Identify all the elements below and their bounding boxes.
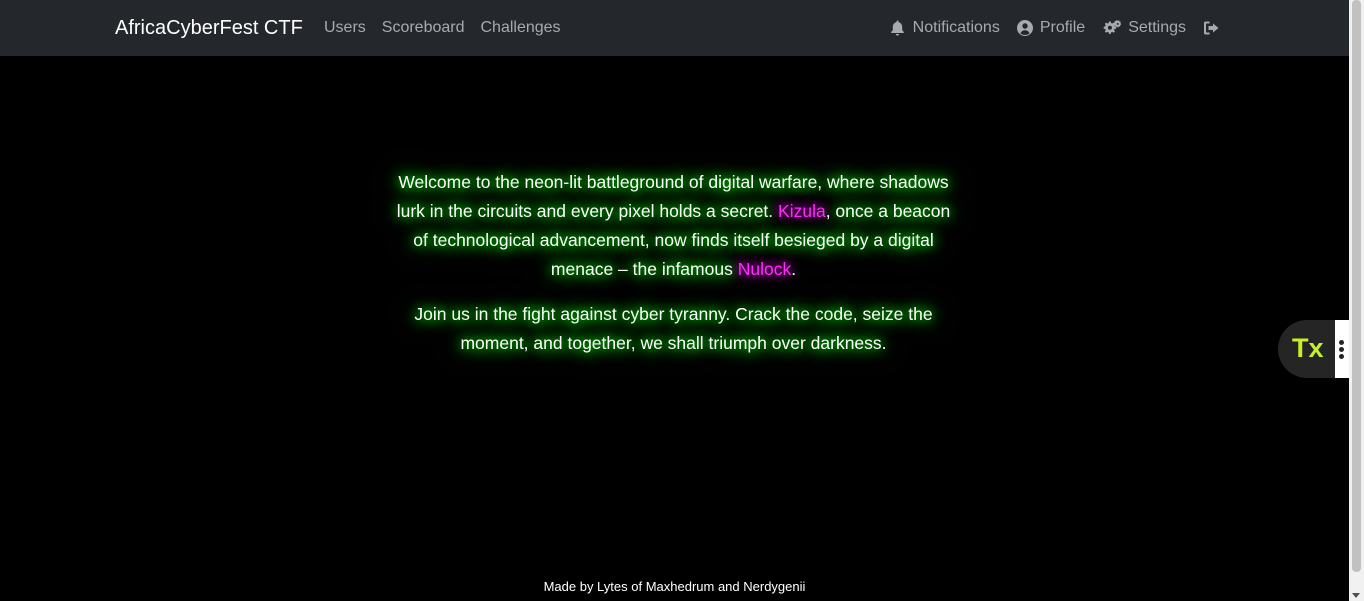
kizula-highlight: Kizula (778, 201, 826, 221)
story-paragraph-1: Welcome to the neon-lit battleground of … (396, 172, 951, 279)
nav-main-links: Users Scoreboard Challenges (324, 18, 561, 38)
settings-label: Settings (1128, 19, 1186, 36)
scrollbar-thumb[interactable] (1352, 0, 1361, 572)
intro-story: Welcome to the neon-lit battleground of … (395, 168, 952, 374)
nav-user-links: Notifications Profile Settings (889, 18, 1220, 38)
nav-link-logout[interactable] (1202, 19, 1220, 37)
footer-credits: Made by Lytes of Maxhedrum and Nerdygeni… (543, 579, 806, 594)
tx-label: Tx (1292, 333, 1324, 363)
nav-link-profile[interactable]: Profile (1016, 18, 1085, 38)
page-footer: Made by Lytes of Maxhedrum and Nerdygeni… (0, 578, 1349, 596)
vertical-scrollbar[interactable] (1349, 0, 1364, 601)
nav-link-users[interactable]: Users (324, 18, 366, 38)
tx-floating-widget[interactable]: Tx (1278, 320, 1349, 378)
handle-dot (1339, 347, 1344, 352)
logout-icon (1202, 19, 1220, 37)
profile-label: Profile (1039, 19, 1086, 36)
handle-dot (1339, 340, 1344, 345)
nav-link-settings[interactable]: Settings (1101, 18, 1186, 38)
gears-icon (1101, 19, 1122, 37)
top-navbar: AfricaCyberFest CTF Users Scoreboard Cha… (0, 0, 1349, 56)
notifications-label: Notifications (912, 19, 1000, 36)
user-circle-icon (1016, 19, 1034, 37)
story-paragraph-2: Join us in the fight against cyber tyran… (414, 304, 933, 353)
bell-icon (889, 19, 907, 37)
main-content: Welcome to the neon-lit battleground of … (0, 56, 1349, 601)
handle-dot (1339, 354, 1344, 359)
scroll-down-arrow-icon[interactable] (1352, 593, 1360, 598)
brand-link[interactable]: AfricaCyberFest CTF (115, 16, 303, 40)
nav-link-challenges[interactable]: Challenges (481, 18, 561, 38)
nav-link-scoreboard[interactable]: Scoreboard (382, 18, 465, 38)
widget-drag-handle[interactable] (1335, 320, 1349, 378)
nulock-highlight: Nulock (737, 259, 792, 279)
nav-link-notifications[interactable]: Notifications (889, 18, 1000, 38)
